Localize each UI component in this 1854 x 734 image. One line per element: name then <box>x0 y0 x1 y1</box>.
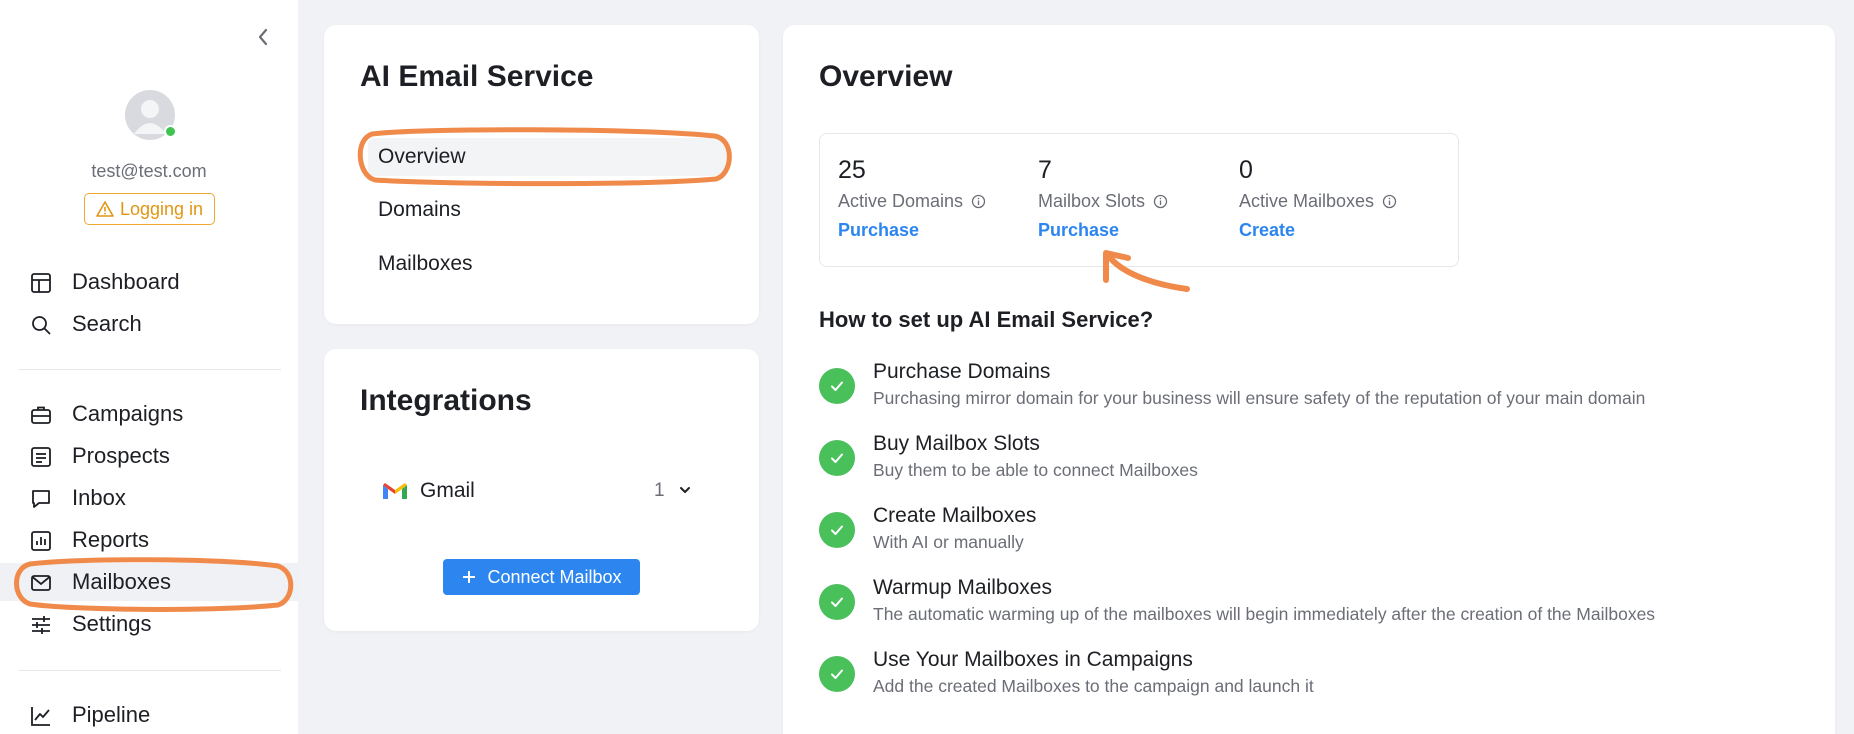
dashboard-icon <box>31 273 51 293</box>
check-circle-icon <box>819 584 855 620</box>
sidebar-divider <box>19 369 281 370</box>
sidebar-item-prospects[interactable]: Prospects <box>0 437 298 475</box>
sidebar-item-dashboard[interactable]: Dashboard <box>0 263 298 301</box>
step-description: The automatic warming up of the mailboxe… <box>873 604 1656 624</box>
gmail-integration-row[interactable]: Gmail 1 <box>382 476 702 506</box>
stat-label: Active Mailboxes <box>1239 191 1397 212</box>
bar-chart-icon <box>31 531 51 551</box>
login-badge-label: Logging in <box>119 198 204 219</box>
sidebar-item-campaigns[interactable]: Campaigns <box>0 395 298 433</box>
sidebar-item-label: Campaigns <box>72 401 184 426</box>
sidebar-item-label: Search <box>72 311 142 336</box>
collapse-sidebar-button[interactable] <box>252 26 274 48</box>
sidebar-item-settings[interactable]: Settings <box>0 605 298 643</box>
step-description: Purchasing mirror domain for your busine… <box>873 388 1646 408</box>
sidebar-item-label: Settings <box>72 611 152 636</box>
sidebar: test@test.com Logging in Dashboard Searc… <box>0 0 298 734</box>
sidebar-item-inbox[interactable]: Inbox <box>0 479 298 517</box>
envelope-icon <box>31 575 51 591</box>
check-circle-icon <box>819 368 855 404</box>
create-mailbox-link[interactable]: Create <box>1239 220 1295 241</box>
chevron-left-icon <box>258 28 268 46</box>
stat-label-text: Active Mailboxes <box>1239 191 1375 211</box>
sidebar-item-mailboxes[interactable]: Mailboxes <box>0 563 298 601</box>
setup-step: Buy Mailbox Slots Buy them to be able to… <box>819 432 1759 492</box>
stat-label: Mailbox Slots <box>1038 191 1168 212</box>
avatar[interactable] <box>125 90 177 140</box>
service-nav-overview[interactable]: Overview <box>368 138 728 176</box>
sidebar-item-label: Inbox <box>72 485 126 510</box>
chat-icon <box>32 490 50 508</box>
stat-label-text: Mailbox Slots <box>1038 191 1146 211</box>
check-circle-icon <box>819 440 855 476</box>
sidebar-item-label: Pipeline <box>72 702 151 727</box>
connect-mailbox-label: Connect Mailbox <box>487 566 622 587</box>
step-description: Add the created Mailboxes to the campaig… <box>873 676 1314 696</box>
info-icon[interactable] <box>1382 194 1397 209</box>
check-circle-icon <box>819 512 855 548</box>
user-email: test@test.com <box>91 161 207 181</box>
info-icon[interactable] <box>971 194 986 209</box>
sidebar-item-label: Dashboard <box>72 269 180 294</box>
stat-label: Active Domains <box>838 191 986 212</box>
chevron-down-icon[interactable] <box>678 483 692 497</box>
step-description: With AI or manually <box>873 532 1024 552</box>
stat-value: 25 <box>838 156 866 184</box>
setup-step: Create Mailboxes With AI or manually <box>819 504 1759 564</box>
sidebar-item-label: Reports <box>72 527 150 552</box>
purchase-slots-link[interactable]: Purchase <box>1038 220 1119 241</box>
plus-icon <box>463 571 476 583</box>
stat-label-text: Active Domains <box>838 191 964 211</box>
sidebar-item-label: Prospects <box>72 443 170 468</box>
stats-box: 25 Active Domains Purchase 7 Mailbox Slo… <box>819 133 1459 267</box>
sidebar-item-label: Mailboxes <box>72 569 172 594</box>
sidebar-item-search[interactable]: Search <box>0 305 298 343</box>
info-icon[interactable] <box>1153 194 1168 209</box>
sliders-icon <box>32 616 50 634</box>
overview-title: Overview <box>819 60 953 93</box>
service-nav-label: Mailboxes <box>378 252 473 275</box>
gmail-icon <box>383 483 407 499</box>
setup-step: Use Your Mailboxes in Campaigns Add the … <box>819 648 1759 708</box>
service-card-title: AI Email Service <box>360 60 594 93</box>
service-nav-domains[interactable]: Domains <box>378 198 461 222</box>
step-title: Use Your Mailboxes in Campaigns <box>873 648 1193 671</box>
check-circle-icon <box>819 656 855 692</box>
online-status-dot <box>164 125 177 138</box>
purchase-domains-link[interactable]: Purchase <box>838 220 919 241</box>
gmail-label: Gmail <box>420 479 475 502</box>
gmail-count: 1 <box>654 480 665 501</box>
search-icon <box>32 316 51 335</box>
stat-value: 0 <box>1239 156 1253 184</box>
service-nav-label: Domains <box>378 198 461 221</box>
login-status-badge[interactable]: Logging in <box>84 193 215 225</box>
setup-step: Purchase Domains Purchasing mirror domai… <box>819 360 1759 420</box>
sidebar-divider <box>19 670 281 671</box>
warning-icon <box>96 201 114 217</box>
line-chart-icon <box>31 707 50 726</box>
step-title: Purchase Domains <box>873 360 1051 383</box>
stat-value: 7 <box>1038 156 1052 184</box>
step-title: Warmup Mailboxes <box>873 576 1052 599</box>
step-description: Buy them to be able to connect Mailboxes <box>873 460 1198 480</box>
sidebar-item-reports[interactable]: Reports <box>0 521 298 559</box>
setup-step: Warmup Mailboxes The automatic warming u… <box>819 576 1759 636</box>
briefcase-icon <box>31 406 51 424</box>
service-nav-mailboxes[interactable]: Mailboxes <box>378 252 473 276</box>
step-title: Buy Mailbox Slots <box>873 432 1040 455</box>
list-icon <box>31 447 51 467</box>
connect-mailbox-button[interactable]: Connect Mailbox <box>443 559 640 595</box>
setup-guide-title: How to set up AI Email Service? <box>819 307 1154 332</box>
service-nav-label: Overview <box>378 145 466 168</box>
sidebar-item-pipeline[interactable]: Pipeline <box>0 696 298 734</box>
integrations-card-title: Integrations <box>360 384 532 417</box>
step-title: Create Mailboxes <box>873 504 1037 527</box>
